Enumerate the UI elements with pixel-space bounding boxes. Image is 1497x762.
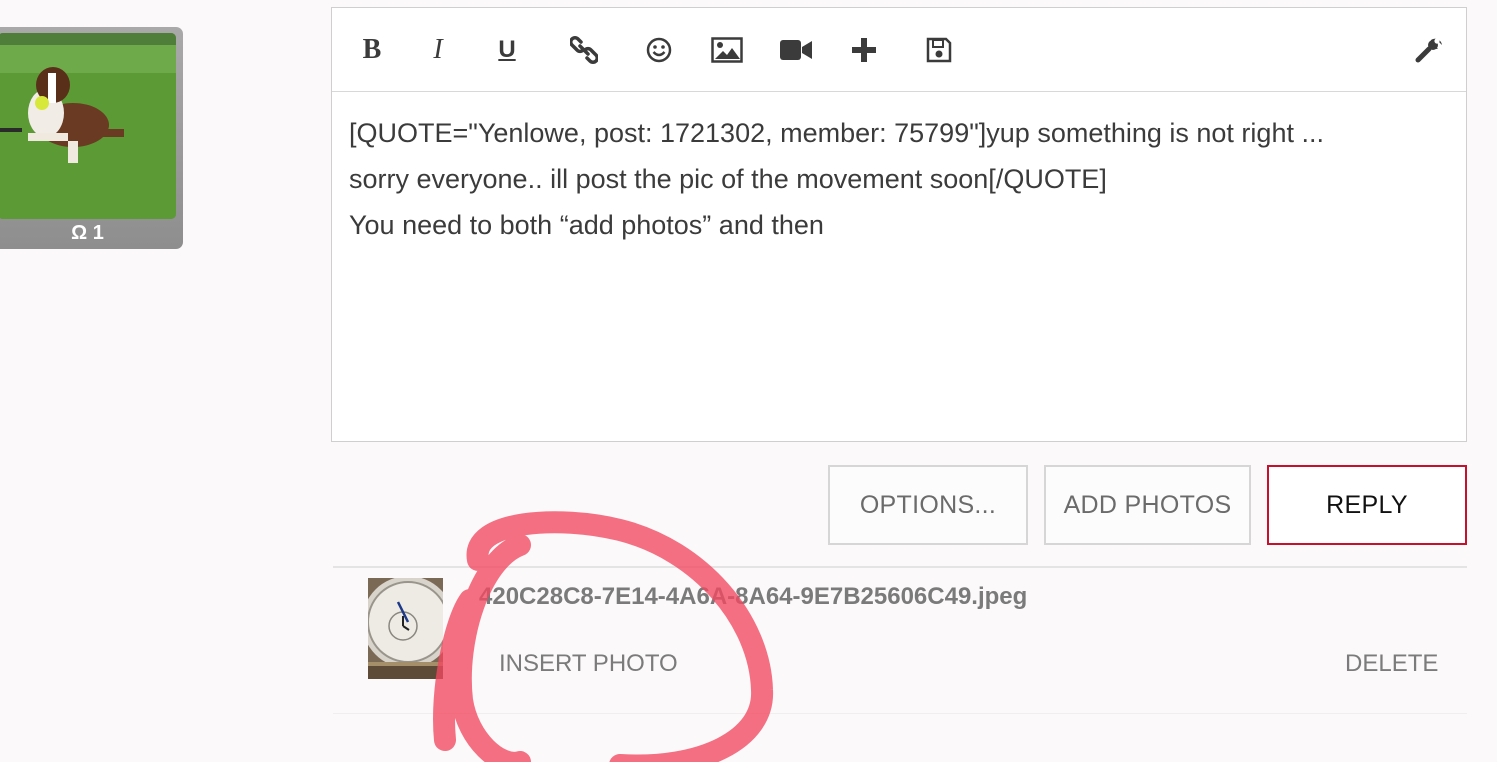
attachment-filename: 420C28C8-7E14-4A6A-8A64-9E7B25606C49.jpe…	[479, 583, 1028, 610]
divider	[333, 566, 1467, 568]
image-icon[interactable]	[707, 30, 747, 70]
editor-line: sorry everyone.. ill post the pic of the…	[349, 164, 1107, 194]
reply-button[interactable]: REPLY	[1267, 465, 1467, 545]
boxer-dog-photo	[0, 33, 176, 219]
wrench-icon[interactable]	[1408, 30, 1448, 70]
reply-editor[interactable]: B I U [QUOTE="Yenlowe, post: 1721302, me…	[331, 7, 1467, 442]
insert-photo-link[interactable]: INSERT PHOTO	[499, 650, 678, 678]
video-icon[interactable]	[776, 30, 816, 70]
underline-icon[interactable]: U	[487, 30, 527, 70]
editor-toolbar: B I U	[332, 8, 1466, 92]
avatar-photo	[0, 33, 176, 219]
add-photos-button[interactable]: ADD PHOTOS	[1044, 465, 1251, 545]
save-icon[interactable]	[919, 30, 959, 70]
editor-line: [QUOTE="Yenlowe, post: 1721302, member: …	[349, 118, 1324, 148]
divider	[333, 713, 1467, 714]
user-avatar-card[interactable]: Ω 1	[0, 27, 183, 249]
avatar-badge: Ω 1	[71, 222, 104, 244]
link-icon[interactable]	[564, 30, 604, 70]
smiley-icon[interactable]	[639, 30, 679, 70]
attachment-thumbnail[interactable]	[368, 578, 443, 679]
bold-icon[interactable]: B	[352, 30, 392, 70]
options-button[interactable]: OPTIONS...	[828, 465, 1028, 545]
delete-attachment-link[interactable]: DELETE	[1345, 650, 1438, 678]
plus-icon[interactable]	[844, 30, 884, 70]
pocket-watch-photo	[368, 578, 443, 679]
italic-icon[interactable]: I	[418, 30, 458, 70]
editor-text-area[interactable]: [QUOTE="Yenlowe, post: 1721302, member: …	[349, 110, 1450, 248]
editor-line: You need to both “add photos” and then	[349, 210, 824, 240]
